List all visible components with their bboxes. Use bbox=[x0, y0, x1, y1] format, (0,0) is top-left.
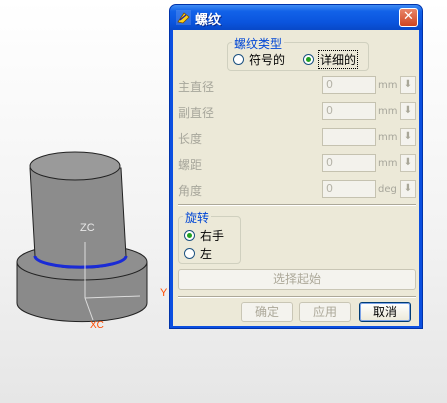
length-menu-button[interactable]: ⬇ bbox=[400, 128, 416, 146]
thread-dialog: 螺纹 ✕ 螺纹类型 符号的 详细的 主直径 0 mm ⬇ 副直径 0 mm ⬇ … bbox=[169, 4, 423, 329]
apply-button[interactable]: 应用 bbox=[299, 302, 351, 322]
major-diameter-field[interactable]: 0 bbox=[322, 76, 376, 94]
radio-right-hand-circle[interactable] bbox=[184, 230, 195, 241]
top-cylinder-top-face[interactable] bbox=[29, 151, 121, 181]
radio-detailed[interactable]: 详细的 bbox=[303, 50, 359, 69]
pitch-menu-button[interactable]: ⬇ bbox=[400, 154, 416, 172]
radio-left-hand-circle[interactable] bbox=[184, 248, 195, 259]
radio-left-hand-label[interactable]: 左 bbox=[200, 245, 212, 262]
pitch-unit: mm bbox=[378, 158, 398, 169]
arrow-down-icon: ⬇ bbox=[403, 157, 413, 168]
angle-label: 角度 bbox=[178, 184, 203, 198]
length-label: 长度 bbox=[178, 132, 203, 146]
minor-diameter-field[interactable]: 0 bbox=[322, 102, 376, 120]
ok-button[interactable]: 确定 bbox=[241, 302, 293, 322]
dialog-titlebar[interactable]: 螺纹 ✕ bbox=[170, 5, 422, 30]
radio-symbolic[interactable]: 符号的 bbox=[233, 51, 285, 68]
arrow-down-icon: ⬇ bbox=[403, 183, 413, 194]
major-diameter-unit: mm bbox=[378, 80, 398, 91]
minor-diameter-label: 副直径 bbox=[178, 106, 215, 120]
section-separator bbox=[178, 204, 416, 206]
rotation-group: 旋转 右手 左 bbox=[178, 209, 241, 264]
radio-detailed-label[interactable]: 详细的 bbox=[317, 50, 359, 69]
major-diameter-menu-button[interactable]: ⬇ bbox=[400, 76, 416, 94]
pitch-label: 螺距 bbox=[178, 158, 203, 172]
cancel-button[interactable]: 取消 bbox=[359, 302, 411, 322]
thread-app-icon bbox=[176, 10, 191, 25]
angle-field[interactable]: 0 bbox=[322, 180, 376, 198]
minor-diameter-menu-button[interactable]: ⬇ bbox=[400, 102, 416, 120]
angle-menu-button[interactable]: ⬇ bbox=[400, 180, 416, 198]
radio-right-hand-label[interactable]: 右手 bbox=[200, 227, 224, 244]
arrow-down-icon: ⬇ bbox=[403, 131, 413, 142]
pitch-field[interactable]: 0 bbox=[322, 154, 376, 172]
radio-symbolic-circle[interactable] bbox=[233, 54, 244, 65]
length-unit: mm bbox=[378, 132, 398, 143]
zc-axis-label: ZC bbox=[80, 222, 95, 234]
length-field[interactable] bbox=[322, 128, 376, 146]
thread-type-group: 螺纹类型 符号的 详细的 bbox=[227, 35, 369, 71]
radio-symbolic-label[interactable]: 符号的 bbox=[249, 51, 285, 68]
close-icon: ✕ bbox=[403, 9, 414, 24]
dialog-title: 螺纹 bbox=[195, 13, 222, 28]
radio-detailed-circle[interactable] bbox=[303, 54, 314, 65]
arrow-down-icon: ⬇ bbox=[403, 105, 413, 116]
thread-type-legend: 螺纹类型 bbox=[232, 35, 285, 52]
minor-diameter-unit: mm bbox=[378, 106, 398, 117]
angle-unit: deg bbox=[378, 184, 397, 195]
close-button[interactable]: ✕ bbox=[399, 8, 418, 27]
radio-left-hand[interactable]: 左 bbox=[184, 245, 212, 262]
major-diameter-label: 主直径 bbox=[178, 80, 215, 94]
select-start-button[interactable]: 选择起始 bbox=[178, 269, 416, 290]
rotation-legend: 旋转 bbox=[183, 209, 212, 226]
dialog-body: 螺纹类型 符号的 详细的 主直径 0 mm ⬇ 副直径 0 mm ⬇ 长度 mm… bbox=[173, 30, 419, 326]
radio-right-hand[interactable]: 右手 bbox=[184, 227, 224, 244]
xc-axis-label: XC bbox=[90, 320, 104, 331]
y-axis-label: Y bbox=[160, 287, 168, 299]
button-separator bbox=[178, 296, 416, 298]
top-cylinder-body[interactable] bbox=[29, 167, 127, 269]
arrow-down-icon: ⬇ bbox=[403, 79, 413, 90]
